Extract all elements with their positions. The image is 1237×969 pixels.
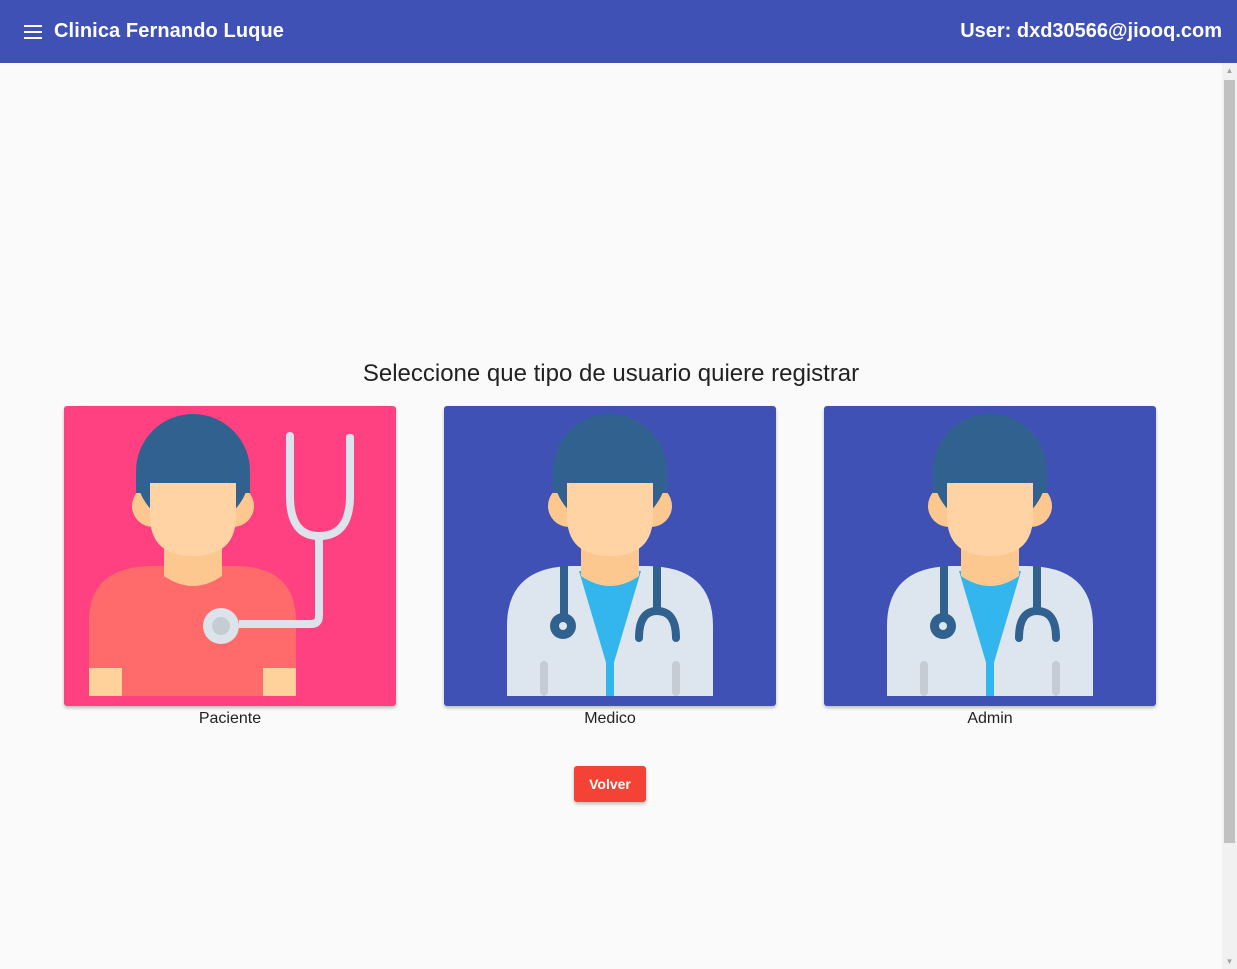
app-title: Clinica Fernando Luque bbox=[54, 20, 284, 42]
scroll-up-icon[interactable]: ▲ bbox=[1222, 63, 1237, 78]
menu-icon[interactable] bbox=[24, 22, 44, 42]
option-card-admin[interactable] bbox=[824, 406, 1156, 706]
doctor-icon bbox=[444, 406, 776, 706]
user-label: User: dxd30566@jiooq.com bbox=[960, 20, 1222, 42]
scroll-down-icon[interactable]: ▼ bbox=[1222, 954, 1237, 969]
option-card-paciente[interactable] bbox=[64, 406, 396, 706]
option-label-paciente: Paciente bbox=[198, 710, 262, 727]
option-label-admin: Admin bbox=[967, 710, 1013, 727]
option-card-medico[interactable] bbox=[444, 406, 776, 706]
admin-icon bbox=[824, 406, 1156, 706]
toolbar-left: Clinica Fernando Luque bbox=[24, 20, 284, 43]
patient-icon bbox=[64, 406, 396, 706]
top-toolbar: Clinica Fernando Luque User: dxd30566@ji… bbox=[0, 0, 1237, 63]
option-label-medico: Medico bbox=[584, 710, 636, 727]
scroll-thumb[interactable] bbox=[1224, 80, 1235, 843]
page-heading: Seleccione que tipo de usuario quiere re… bbox=[362, 360, 860, 387]
vertical-scrollbar[interactable]: ▲ ▼ bbox=[1222, 63, 1237, 969]
back-button[interactable]: Volver bbox=[574, 766, 646, 802]
